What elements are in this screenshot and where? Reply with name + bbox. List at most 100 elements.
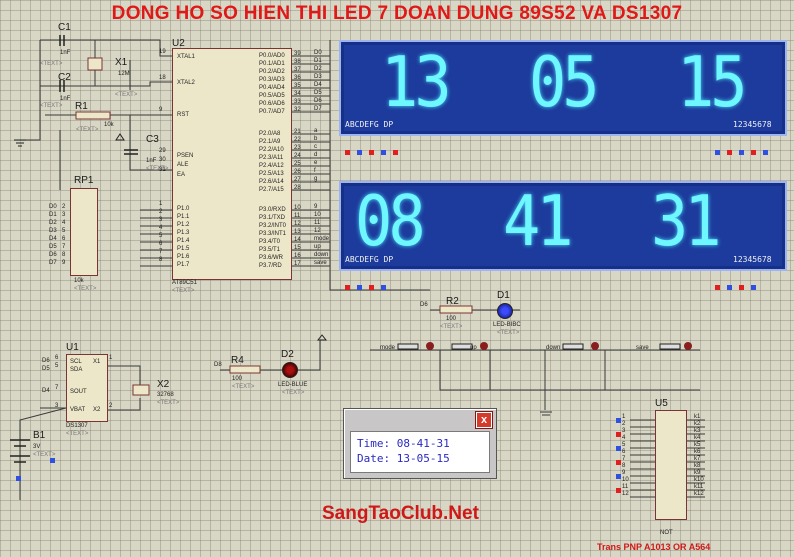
u5-output-label: k2 (694, 421, 701, 427)
mcu-pin-number: 16 (294, 253, 301, 259)
mcu-pin-name: P1.0 (177, 206, 190, 212)
mcu-net-label: D6 (314, 98, 322, 104)
button-down[interactable]: down (546, 345, 560, 351)
u5-input-label: 6 (622, 449, 626, 455)
r2-text-tag: <TEXT> (440, 324, 463, 330)
date-value: 13-05-15 (396, 452, 450, 465)
mcu-pin-name: RST (177, 112, 189, 118)
r1-text-tag: <TEXT> (76, 127, 99, 133)
footer-watermark: SangTaoClub.Net (322, 503, 479, 524)
ds1307-pin-number: 2 (109, 403, 113, 409)
mcu-pin-number: 37 (294, 67, 301, 73)
mcu-pin-number: 39 (294, 51, 301, 57)
rp1-pin-number: 6 (62, 236, 66, 242)
close-button[interactable]: x (476, 412, 492, 428)
mcu-pin-number: 35 (294, 83, 301, 89)
u5-input-label: 8 (622, 463, 626, 469)
u5-output-label: k1 (694, 414, 701, 420)
mcu-pin-name: P3.3/INT1 (259, 231, 287, 237)
mcu-net-label: e (314, 160, 318, 166)
u5-input-label: 11 (622, 484, 629, 490)
u5-output-label: k4 (694, 435, 701, 441)
mcu-pin-name: P3.2/INT0 (259, 223, 287, 229)
mcu-pin-name: P3.5/T1 (259, 247, 281, 253)
rp1-net-label: D1 (49, 212, 57, 218)
u5-input-label: 3 (622, 428, 626, 434)
display-top-seg-labels: ABCDEFG DP (345, 120, 394, 129)
mcu-pin-name: P3.4/T0 (259, 239, 281, 245)
u5-output-label: k11 (694, 484, 704, 490)
mcu-net-label: mode (314, 236, 330, 242)
c2-text-tag: <TEXT> (40, 103, 63, 109)
u5-output-label: k6 (694, 449, 701, 455)
r1-value: 10k (104, 122, 114, 128)
rp1-net-label: D0 (49, 204, 57, 210)
seven-seg-display-bottom: 08 41 31 ABCDEFG DP 12345678 (339, 181, 787, 271)
led-d2 (282, 362, 298, 378)
c2-value: 1nF (60, 96, 71, 102)
u5-output-label: k3 (694, 428, 701, 434)
b1-ref: B1 (33, 430, 46, 441)
d1-text-tag: <TEXT> (497, 330, 520, 336)
mcu-pin-name: P3.0/RXD (259, 207, 286, 213)
rp1-net-label: D7 (49, 260, 57, 266)
c3-value: 1nF (146, 158, 157, 164)
mcu-pin-name: P0.7/AD7 (259, 109, 285, 115)
d2-ref: D2 (281, 349, 294, 360)
r2-ref: R2 (446, 296, 459, 307)
mcu-pin-number: 14 (294, 237, 301, 243)
d2-part: LED-BLUE (278, 382, 308, 388)
mcu-pin-name: P0.1/AD1 (259, 61, 285, 67)
mcu-net-label: 9 (314, 204, 318, 210)
u5-input-label: 12 (622, 491, 629, 497)
mcu-pin-name: P0.3/AD3 (259, 77, 285, 83)
rp1-net-label: D6 (49, 252, 57, 258)
u1-ref: U1 (66, 342, 79, 353)
mcu-net-label: g (314, 176, 318, 182)
mcu-pin-name: P1.5 (177, 246, 190, 252)
display-top-pos-labels: 12345678 (733, 120, 772, 129)
mcu-pin-number: 31 (159, 167, 166, 173)
d6-net-label: D6 (420, 302, 428, 308)
mcu-pin-name: XTAL2 (177, 80, 195, 86)
mcu-pin-number: 10 (294, 205, 301, 211)
mcu-pin-number: 6 (159, 241, 163, 247)
button-mode[interactable]: mode (380, 345, 395, 351)
b1-value: 3V (33, 444, 41, 450)
display-bottom-pos-labels: 12345678 (733, 255, 772, 264)
mcu-pin-name: P0.6/AD6 (259, 101, 285, 107)
button-up[interactable]: up (470, 345, 477, 351)
rp1-pin-number: 7 (62, 244, 66, 250)
d1-ref: D1 (497, 290, 510, 301)
mcu-net-label: D4 (314, 82, 322, 88)
time-value: 08-41-31 (396, 437, 450, 450)
u5-output-label: k12 (694, 491, 704, 497)
mcu-pin-name: P2.4/A12 (259, 163, 284, 169)
mcu-pin-name: P2.5/A13 (259, 171, 284, 177)
mcu-net-label: D2 (314, 66, 322, 72)
x2-value: 32768 (157, 392, 174, 398)
r4-text-tag: <TEXT> (232, 384, 255, 390)
u5-input-label: 10 (622, 477, 629, 483)
mcu-pin-number: 28 (294, 185, 301, 191)
mcu-pin-number: 5 (159, 233, 163, 239)
button-save[interactable]: save (636, 345, 649, 351)
mcu-pin-number: 21 (294, 129, 301, 135)
r4-ref: R4 (231, 355, 244, 366)
r1-ref: R1 (75, 101, 88, 112)
mcu-net-label: up (314, 244, 321, 250)
mcu-pin-name: XTAL1 (177, 54, 195, 60)
mcu-net-label: c (314, 144, 317, 150)
u1-text-tag: <TEXT> (66, 431, 89, 437)
display-top-digits: 13 05 15 (381, 41, 748, 124)
b1-text-tag: <TEXT> (33, 452, 56, 458)
mcu-pin-number: 2 (159, 209, 163, 215)
u5-output-label: k9 (694, 470, 701, 476)
mcu-pin-name: PSEN (177, 153, 194, 159)
mcu-pin-name: P1.6 (177, 254, 190, 260)
mcu-pin-number: 22 (294, 137, 301, 143)
led-d1 (497, 303, 513, 319)
transistor-note: Trans PNP A1013 OR A564 (597, 542, 711, 552)
mcu-pin-name: P2.6/A14 (259, 179, 284, 185)
ds1307-pin-number: 1 (109, 355, 113, 361)
